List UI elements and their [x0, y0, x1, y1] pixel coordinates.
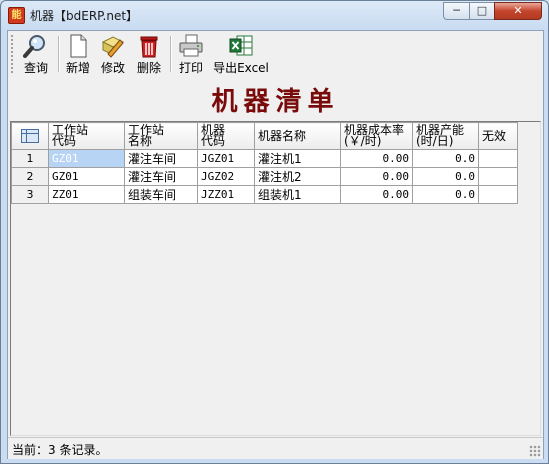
- table-row[interactable]: 3 ZZ01 组装车间 JZZ01 组装机1 0.00 0.0: [11, 185, 518, 204]
- table-icon: [21, 129, 39, 143]
- edit-button[interactable]: 修改: [98, 33, 128, 75]
- maximize-button[interactable]: □: [469, 2, 495, 20]
- trash-icon: [136, 34, 162, 58]
- machine-grid[interactable]: 工作站 代码 工作站 名称 机器 代码 机器名称 机器成本率 (￥/时) 机器产…: [10, 121, 541, 436]
- cell-machine-name[interactable]: 灌注机2: [254, 167, 341, 186]
- header-machine-cost-rate[interactable]: 机器成本率 (￥/时): [340, 122, 413, 150]
- cell-cost-rate[interactable]: 0.00: [340, 149, 413, 168]
- edit-label: 修改: [100, 61, 125, 75]
- cell-capacity[interactable]: 0.0: [412, 167, 479, 186]
- toolbar: 查询 新增 修改 删除 打印 导出Excel: [8, 31, 543, 77]
- cell-cost-rate[interactable]: 0.00: [340, 167, 413, 186]
- cell-workstation-code[interactable]: GZ01: [48, 167, 125, 186]
- cell-machine-code[interactable]: JGZ01: [197, 149, 255, 168]
- cell-invalid[interactable]: [478, 149, 518, 168]
- header-workstation-code[interactable]: 工作站 代码: [48, 122, 125, 150]
- header-machine-capacity[interactable]: 机器产能 (时/日): [412, 122, 479, 150]
- cell-workstation-name[interactable]: 灌注车间: [124, 149, 198, 168]
- add-button[interactable]: 新增: [63, 33, 93, 75]
- cell-machine-code[interactable]: JZZ01: [197, 185, 255, 204]
- status-bar: 当前：3 条记录。: [8, 437, 543, 459]
- toolbar-grip[interactable]: [11, 35, 16, 73]
- cell-machine-code[interactable]: JGZ02: [197, 167, 255, 186]
- table-row[interactable]: 2 GZ01 灌注车间 JGZ02 灌注机2 0.00 0.0: [11, 167, 518, 186]
- query-label: 查询: [23, 61, 48, 75]
- window-title: 机器【bdERP.net】: [30, 9, 139, 23]
- edit-pencil-icon: [100, 34, 126, 58]
- header-workstation-name[interactable]: 工作站 名称: [124, 122, 198, 150]
- cell-workstation-name[interactable]: 灌注车间: [124, 167, 198, 186]
- cell-machine-name[interactable]: 组装机1: [254, 185, 341, 204]
- application-window: 能 机器【bdERP.net】 ─ □ ✕ 查询 新增 修改 删除 打印 导出E…: [0, 0, 549, 464]
- table-header-row: 工作站 代码 工作站 名称 机器 代码 机器名称 机器成本率 (￥/时) 机器产…: [11, 122, 518, 150]
- machine-table: 工作站 代码 工作站 名称 机器 代码 机器名称 机器成本率 (￥/时) 机器产…: [11, 122, 518, 204]
- app-icon: 能: [8, 7, 25, 24]
- title-bar[interactable]: 能 机器【bdERP.net】 ─ □ ✕: [1, 1, 548, 29]
- toolbar-separator: [58, 36, 60, 72]
- cell-capacity[interactable]: 0.0: [412, 185, 479, 204]
- cell-machine-name[interactable]: 灌注机1: [254, 149, 341, 168]
- magnifier-icon: [23, 34, 49, 58]
- add-label: 新增: [65, 61, 90, 75]
- cell-workstation-code[interactable]: GZ01: [48, 149, 125, 168]
- cell-cost-rate[interactable]: 0.00: [340, 185, 413, 204]
- printer-icon: [178, 34, 204, 58]
- status-text: 当前：3 条记录。: [12, 443, 108, 457]
- export-excel-button[interactable]: 导出Excel: [212, 33, 270, 75]
- excel-icon: [228, 34, 254, 58]
- header-machine-name[interactable]: 机器名称: [254, 122, 341, 150]
- cell-workstation-name[interactable]: 组装车间: [124, 185, 198, 204]
- row-number[interactable]: 3: [11, 185, 49, 204]
- minimize-button[interactable]: ─: [443, 2, 470, 20]
- close-button[interactable]: ✕: [494, 2, 542, 20]
- cell-workstation-code[interactable]: ZZ01: [48, 185, 125, 204]
- row-number[interactable]: 2: [11, 167, 49, 186]
- report-title: 机器清单: [211, 87, 340, 117]
- client-area: 查询 新增 修改 删除 打印 导出Excel 机器清单 工作站 代码 工作站 名…: [7, 30, 544, 459]
- new-document-icon: [65, 34, 91, 58]
- header-invalid[interactable]: 无效: [478, 122, 518, 150]
- cell-invalid[interactable]: [478, 167, 518, 186]
- resize-grip-icon[interactable]: [529, 445, 541, 457]
- cell-capacity[interactable]: 0.0: [412, 149, 479, 168]
- report-heading: 机器清单: [8, 77, 543, 121]
- delete-button[interactable]: 删除: [134, 33, 164, 75]
- delete-label: 删除: [136, 61, 161, 75]
- toolbar-separator: [170, 36, 172, 72]
- print-button[interactable]: 打印: [176, 33, 206, 75]
- row-number[interactable]: 1: [11, 149, 49, 168]
- table-row[interactable]: 1 GZ01 灌注车间 JGZ01 灌注机1 0.00 0.0: [11, 149, 518, 168]
- export-excel-label: 导出Excel: [213, 61, 269, 75]
- grid-corner-icon[interactable]: [11, 122, 49, 150]
- query-button[interactable]: 查询: [18, 33, 54, 75]
- cell-invalid[interactable]: [478, 185, 518, 204]
- header-machine-code[interactable]: 机器 代码: [197, 122, 255, 150]
- print-label: 打印: [178, 61, 203, 75]
